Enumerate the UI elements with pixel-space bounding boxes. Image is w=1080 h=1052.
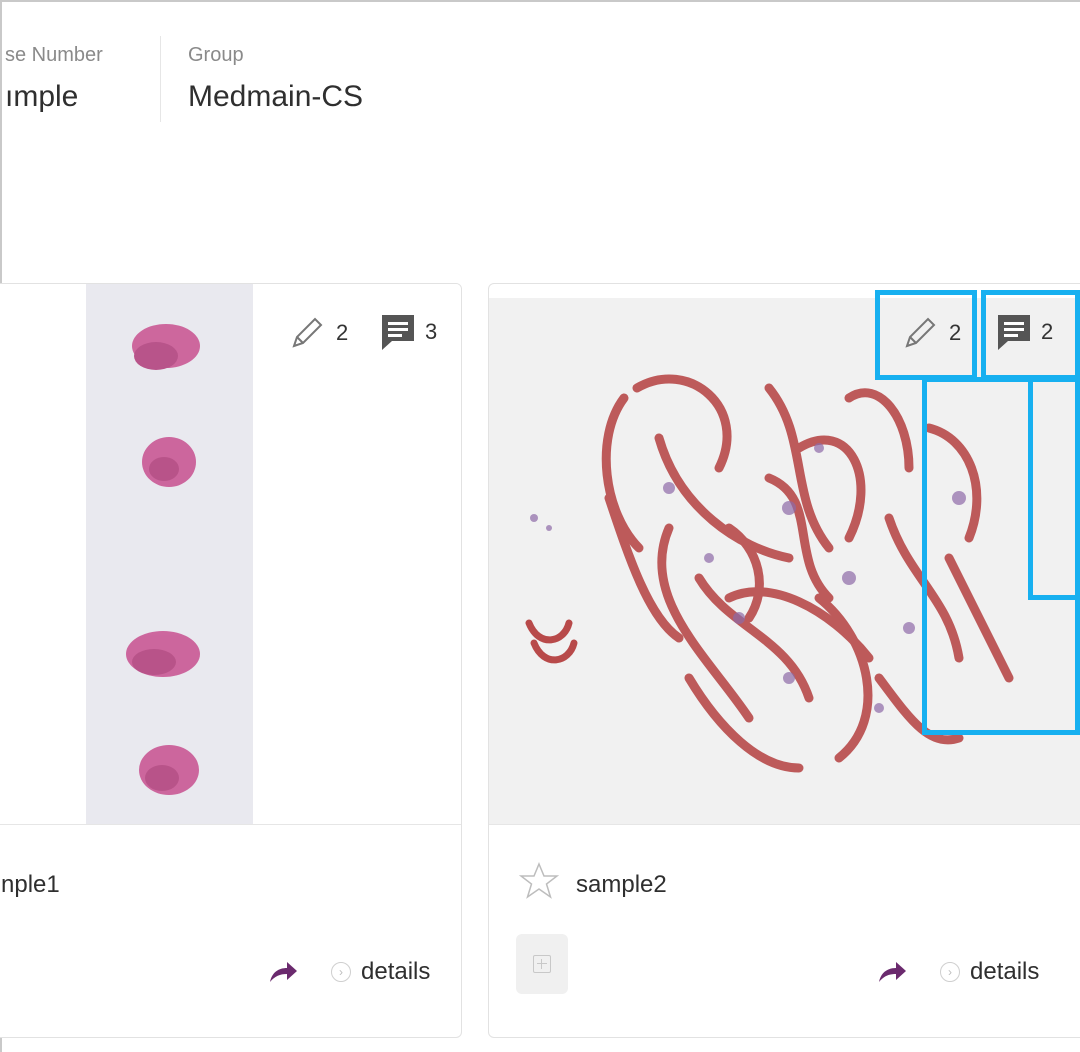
- case-number-label: se Number: [5, 44, 103, 66]
- slide-name[interactable]: nple1: [1, 871, 60, 899]
- slide-thumbnail[interactable]: 2 2: [489, 298, 1080, 824]
- details-link[interactable]: › details: [940, 958, 1039, 986]
- tissue-sections-image: [525, 374, 1014, 773]
- pencil-icon: [292, 317, 323, 348]
- comment-counter[interactable]: 2: [995, 312, 1053, 352]
- comment-count: 2: [1041, 319, 1054, 344]
- group-label: Group: [188, 44, 244, 66]
- details-label: details: [970, 958, 1040, 985]
- header-separator: [160, 36, 161, 122]
- details-link[interactable]: › details: [331, 958, 430, 986]
- chevron-right-icon: ›: [940, 962, 960, 982]
- case-number-value: ımple: [5, 80, 79, 113]
- slide-thumbnail[interactable]: 2 3: [0, 284, 461, 824]
- add-icon: [533, 955, 551, 973]
- tissue-sections-image: [126, 324, 200, 795]
- chevron-right-icon: ›: [331, 962, 351, 982]
- window-border-top: [0, 0, 1080, 2]
- comment-icon: [998, 315, 1030, 350]
- slide-name[interactable]: sample2: [576, 871, 667, 899]
- annotation-counter[interactable]: 2: [899, 312, 961, 354]
- comment-count: 3: [425, 319, 438, 344]
- star-icon[interactable]: [519, 861, 559, 901]
- annotation-count: 2: [949, 320, 962, 345]
- pencil-icon: [905, 317, 936, 348]
- slide-card-1[interactable]: 2 3 nple1 › details: [0, 283, 462, 1038]
- card-divider: [0, 824, 461, 825]
- card-divider: [489, 824, 1080, 825]
- details-label: details: [361, 958, 431, 985]
- group-value: Medmain-CS: [188, 80, 364, 113]
- share-icon[interactable]: [267, 958, 299, 986]
- slide-card-2[interactable]: 2 2 sample2 › details: [488, 283, 1080, 1038]
- annotation-counter[interactable]: 2: [286, 312, 348, 354]
- annotation-count: 2: [336, 320, 349, 345]
- comment-icon: [382, 315, 414, 350]
- comment-counter[interactable]: 3: [379, 312, 437, 352]
- share-icon[interactable]: [876, 958, 908, 986]
- add-button[interactable]: [516, 934, 568, 994]
